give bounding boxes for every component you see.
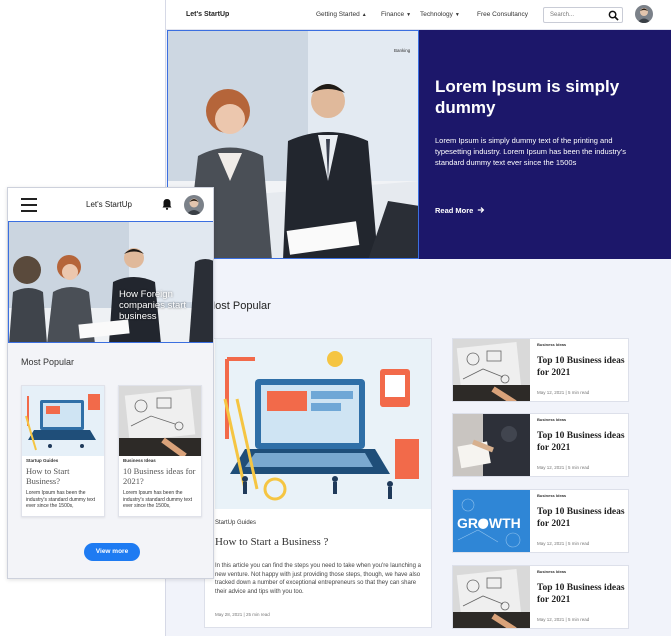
- side-article-card[interactable]: Business Ideas Top 10 Business ideas for…: [452, 413, 629, 477]
- chevron-down-icon: ▼: [406, 12, 412, 18]
- article-category: Business Ideas: [537, 493, 567, 498]
- article-category: Business Ideas: [537, 569, 567, 574]
- article-meta: May 12, 2021 | 5 min read: [537, 617, 590, 622]
- arrow-right-icon: [478, 207, 485, 213]
- article-thumbnail: GROWTH: [453, 490, 530, 552]
- hamburger-menu-icon[interactable]: [21, 198, 37, 212]
- svg-text:GROWTH: GROWTH: [457, 515, 521, 531]
- mobile-view: Let's StartUp How Foreign companies star…: [7, 187, 214, 579]
- desktop-view: Let's StartUp Getting Started ▲ Finance ▼ …: [165, 0, 671, 636]
- featured-article-excerpt: In this article you can find the steps y…: [215, 563, 421, 595]
- article-category: Business Ideas: [537, 417, 567, 422]
- hero-tag: Banking: [394, 48, 411, 53]
- article-title[interactable]: Top 10 Business ideas for 2021: [537, 355, 627, 379]
- featured-article-title[interactable]: How to Start a Business ?: [215, 536, 328, 548]
- article-category: Startup Guides: [26, 458, 59, 463]
- article-title[interactable]: Top 10 Business ideas for 2021: [537, 430, 627, 454]
- article-category: Business Ideas: [537, 342, 567, 347]
- article-excerpt: Lorem Ipsum has been the industry's stan…: [123, 490, 193, 509]
- side-article-card[interactable]: Business Ideas Top 10 Business ideas for…: [452, 338, 629, 402]
- nav-getting-started[interactable]: Getting Started ▲: [316, 11, 367, 18]
- article-thumbnail: [22, 386, 104, 456]
- nav-technology[interactable]: Technology ▼: [420, 11, 460, 18]
- search-icon[interactable]: [608, 10, 619, 21]
- article-meta: May 12, 2021 | 5 min read: [537, 390, 590, 395]
- site-logo[interactable]: Let's StartUp: [186, 11, 229, 18]
- article-meta: May 12, 2021 | 5 min read: [537, 541, 590, 546]
- article-title[interactable]: Top 10 Business ideas for 2021: [537, 506, 627, 530]
- article-title[interactable]: 10 Business ideas for 2021?: [123, 466, 201, 486]
- section-title: Most Popular: [21, 357, 75, 367]
- mobile-article-card[interactable]: Business Ideas 10 Business ideas for 202…: [118, 385, 202, 517]
- featured-article-meta: May 28, 2021 | 25 min read: [215, 612, 270, 617]
- article-title[interactable]: Top 10 Business ideas for 2021: [537, 582, 627, 606]
- section-title: Most Popular: [206, 300, 271, 312]
- nav-finance[interactable]: Finance ▼: [381, 11, 411, 18]
- featured-article-image: [215, 339, 431, 509]
- mobile-hero-banner[interactable]: How Foreign companies start business: [8, 221, 213, 343]
- nav-free-consultancy[interactable]: Free Consultancy: [477, 11, 528, 18]
- mobile-header: Let's StartUp: [8, 188, 213, 221]
- article-title[interactable]: How to Start Business?: [26, 466, 104, 486]
- article-thumbnail: [119, 386, 201, 456]
- search-box[interactable]: Search...: [543, 7, 623, 23]
- mobile-site-title[interactable]: Let's StartUp: [86, 200, 132, 209]
- chevron-down-icon: ▼: [454, 12, 460, 18]
- featured-article-card[interactable]: StartUp Guides How to Start a Business ?…: [204, 338, 432, 628]
- user-avatar[interactable]: [635, 5, 653, 23]
- article-thumbnail: [453, 414, 530, 476]
- featured-article-category: StartUp Guides: [215, 520, 257, 526]
- mobile-article-card[interactable]: Startup Guides How to Start Business? Lo…: [21, 385, 105, 517]
- hero-title: Lorem Ipsum is simply dummy: [435, 77, 620, 117]
- mobile-hero-caption: How Foreign companies start business: [119, 289, 187, 322]
- side-article-card[interactable]: GROWTH Business Ideas Top 10 Business id…: [452, 489, 629, 553]
- hero-panel: Lorem Ipsum is simply dummy Lorem Ipsum …: [419, 30, 671, 259]
- article-thumbnail: [453, 339, 530, 401]
- article-thumbnail: [453, 566, 530, 628]
- top-navbar: Let's StartUp Getting Started ▲ Finance ▼ …: [166, 0, 671, 30]
- article-category: Business Ideas: [123, 458, 156, 463]
- article-excerpt: Lorem Ipsum has been the industry's stan…: [26, 490, 96, 509]
- chevron-down-icon: ▲: [361, 12, 367, 18]
- view-more-button[interactable]: View more: [84, 543, 140, 561]
- hero-description: Lorem Ipsum is simply dummy text of the …: [435, 136, 626, 167]
- read-more-link[interactable]: Read More: [435, 206, 485, 215]
- search-input[interactable]: Search...: [550, 12, 574, 18]
- side-article-card[interactable]: Business Ideas Top 10 Business ideas for…: [452, 565, 629, 629]
- bell-icon[interactable]: [161, 198, 173, 210]
- user-avatar[interactable]: [184, 195, 204, 215]
- article-meta: May 12, 2021 | 5 min read: [537, 465, 590, 470]
